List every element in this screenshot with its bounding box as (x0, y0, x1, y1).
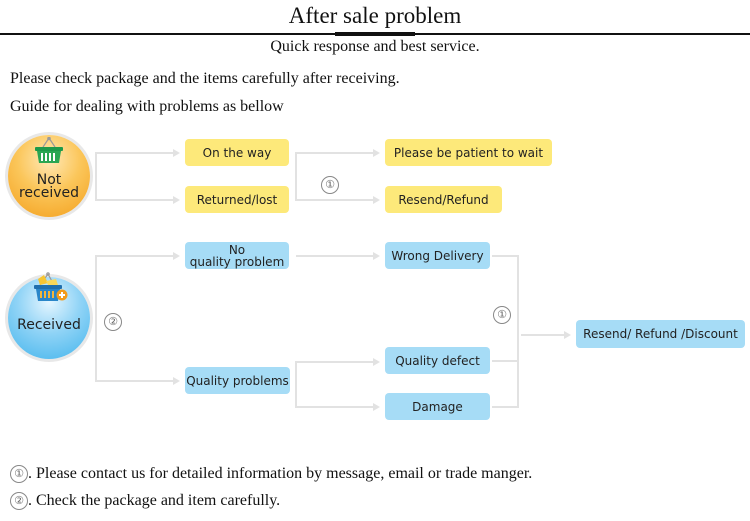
connector (95, 199, 175, 201)
basket-with-plus-icon (34, 272, 68, 301)
arrow-icon (173, 149, 180, 157)
outcome-patient-wait: Please be patient to wait (385, 139, 552, 166)
note-1-marker: ① (10, 465, 28, 483)
connector (492, 406, 518, 408)
title-divider-accent (335, 32, 415, 36)
connector (295, 361, 375, 363)
connector (295, 152, 297, 201)
connector (95, 255, 175, 257)
connector (95, 152, 97, 201)
issue-damage: Damage (385, 393, 490, 420)
state-on-the-way: On the way (185, 139, 289, 166)
connector (295, 361, 297, 407)
received-label: Received (17, 317, 81, 333)
connector (296, 255, 375, 257)
connector (521, 334, 566, 336)
not-received-badge: Not received (8, 135, 90, 217)
connector (95, 380, 175, 382)
state-returned-lost: Returned/lost (185, 186, 289, 213)
outcome-resend-refund-discount: Resend/ Refund /Discount (576, 320, 745, 348)
arrow-icon (173, 196, 180, 204)
note-1-text: . Please contact us for detailed informa… (28, 465, 533, 482)
connector (492, 255, 518, 257)
state-no-quality-problem-line1: No (228, 242, 246, 257)
not-received-label-2: received (18, 185, 80, 201)
arrow-icon (173, 377, 180, 385)
note-2-marker: ② (10, 492, 28, 510)
state-no-quality-problem: No quality problem (185, 242, 289, 269)
intro-line-2: Guide for dealing with problems as bello… (10, 98, 284, 115)
arrow-icon (373, 252, 380, 260)
arrow-icon (173, 252, 180, 260)
outcome-resend-refund: Resend/Refund (385, 186, 502, 213)
note-2: ②. Check the package and item carefully. (10, 491, 280, 511)
received-badge: Received (8, 272, 90, 359)
connector (517, 255, 519, 408)
connector (295, 152, 375, 154)
connector (295, 199, 375, 201)
note-2-text: . Check the package and item carefully. (28, 492, 281, 509)
arrow-icon (373, 149, 380, 157)
arrow-icon (373, 196, 380, 204)
page-title: After sale problem (288, 3, 462, 28)
issue-wrong-delivery: Wrong Delivery (385, 242, 490, 269)
basket-icon (35, 137, 63, 163)
step-marker-2: ② (104, 313, 122, 331)
step-marker-1: ① (321, 176, 339, 194)
intro-line-1: Please check package and the items caref… (10, 70, 400, 87)
step-marker-1-issues: ① (493, 306, 511, 324)
arrow-icon (373, 358, 380, 366)
arrow-icon (564, 331, 571, 339)
connector (95, 255, 97, 382)
issue-quality-defect: Quality defect (385, 347, 490, 374)
note-1: ①. Please contact us for detailed inform… (10, 464, 532, 484)
page-subtitle: Quick response and best service. (270, 38, 480, 55)
state-quality-problems: Quality problems (185, 367, 290, 394)
arrow-icon (373, 403, 380, 411)
state-no-quality-problem-line2: quality problem (189, 254, 285, 269)
connector (95, 152, 175, 154)
connector (492, 360, 518, 362)
connector (295, 406, 375, 408)
